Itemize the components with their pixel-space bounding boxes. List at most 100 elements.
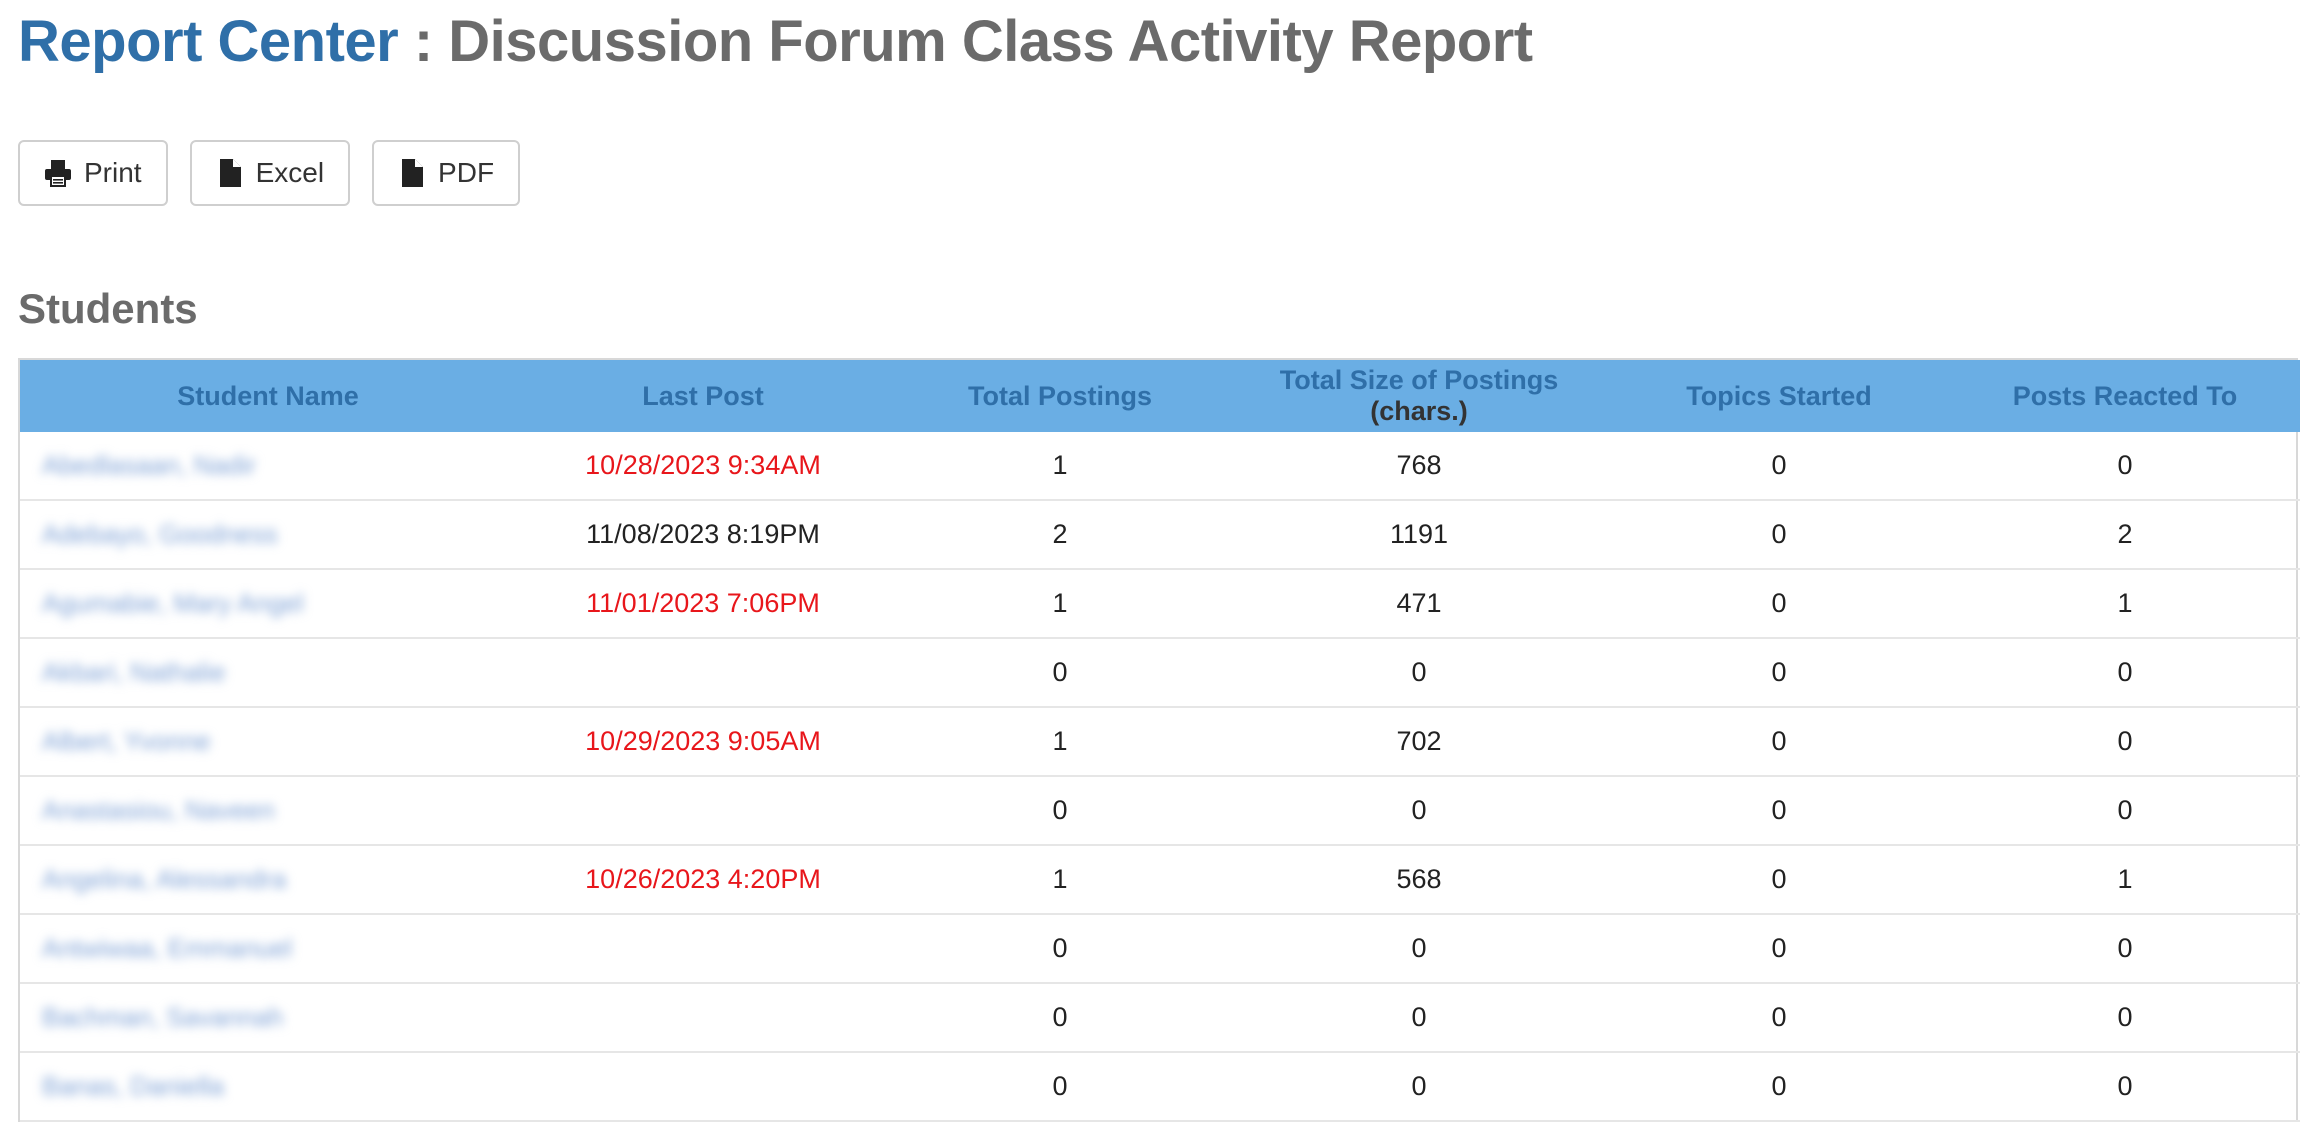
student-name-link[interactable]: Banas, Daniella — [42, 1071, 224, 1102]
student-name-link[interactable]: Anastasiou, Naveen — [42, 795, 275, 826]
total-postings-value: 1 — [1052, 726, 1068, 756]
total-postings-cell: 1 — [890, 707, 1230, 777]
topics-started-cell: 0 — [1608, 500, 1950, 570]
posts-reacted-value: 0 — [2117, 933, 2133, 963]
last-post-value: 11/08/2023 8:19PM — [586, 519, 820, 549]
excel-label: Excel — [255, 157, 325, 188]
last-post-value: 10/26/2023 4:20PM — [585, 864, 821, 894]
total-size-unit: (chars.) — [1370, 396, 1468, 426]
table-row: Bachman, Savannah 0 0 0 0 — [20, 983, 2300, 1053]
last-post-cell — [516, 914, 890, 984]
total-size-value: 568 — [1396, 864, 1442, 894]
table-row: Antwiwaa, Emmanuel 0 0 0 0 — [20, 914, 2300, 984]
table-row: Akbari, Nathalie 0 0 0 0 — [20, 638, 2300, 708]
posts-reacted-cell: 1 — [1950, 845, 2300, 915]
total-postings-cell: 0 — [890, 776, 1230, 846]
students-table: Student Name Last Post Total Postings To… — [20, 360, 2300, 1122]
total-size-value: 0 — [1411, 795, 1427, 825]
topics-started-cell: 0 — [1608, 432, 1950, 501]
excel-button[interactable]: Excel — [189, 140, 351, 206]
student-name-link[interactable]: Albert, Yvonne — [42, 726, 211, 757]
student-name-link[interactable]: Angelina, Alessandra — [42, 864, 286, 895]
file-icon — [398, 158, 426, 188]
posts-reacted-cell: 0 — [1950, 983, 2300, 1053]
table-row: Angelina, Alessandra 10/26/2023 4:20PM 1 56… — [20, 845, 2300, 915]
last-post-cell — [516, 638, 890, 708]
posts-reacted-cell: 0 — [1950, 914, 2300, 984]
total-size-cell: 0 — [1230, 776, 1608, 846]
total-size-cell: 0 — [1230, 914, 1608, 984]
posts-reacted-cell: 0 — [1950, 1052, 2300, 1122]
last-post-cell — [516, 983, 890, 1053]
topics-started-cell: 0 — [1608, 707, 1950, 777]
total-postings-value: 0 — [1052, 1002, 1068, 1032]
topics-started-value: 0 — [1771, 657, 1787, 687]
topics-started-value: 0 — [1771, 1002, 1787, 1032]
topics-started-value: 0 — [1771, 726, 1787, 756]
topics-started-cell: 0 — [1608, 776, 1950, 846]
pdf-button[interactable]: PDF — [372, 140, 521, 206]
total-postings-value: 0 — [1052, 1071, 1068, 1101]
topics-started-value: 0 — [1771, 588, 1787, 618]
topics-started-cell: 0 — [1608, 914, 1950, 984]
total-size-label: Total Size of Postings — [1279, 365, 1559, 395]
total-size-cell: 0 — [1230, 983, 1608, 1053]
total-size-cell: 471 — [1230, 569, 1608, 639]
total-size-cell: 0 — [1230, 638, 1608, 708]
posts-reacted-cell: 0 — [1950, 776, 2300, 846]
last-post-cell: 10/26/2023 4:20PM — [516, 845, 890, 915]
last-post-cell: 10/29/2023 9:05AM — [516, 707, 890, 777]
student-name-link[interactable]: Antwiwaa, Emmanuel — [42, 933, 292, 964]
export-toolbar: Print Excel PDF — [18, 140, 521, 206]
total-size-value: 768 — [1396, 450, 1442, 480]
total-size-value: 471 — [1396, 588, 1442, 618]
topics-started-cell: 0 — [1608, 1052, 1950, 1122]
total-postings-cell: 0 — [890, 914, 1230, 984]
student-name-link[interactable]: Abedlasaan, Nadir — [42, 450, 256, 481]
topics-started-value: 0 — [1771, 933, 1787, 963]
topics-started-value: 0 — [1771, 1071, 1787, 1101]
posts-reacted-value: 2 — [2117, 519, 2133, 549]
posts-reacted-value: 1 — [2117, 588, 2133, 618]
column-header-last-post[interactable]: Last Post — [516, 360, 890, 432]
student-name-link[interactable]: Agumabie, Mary Angel — [42, 588, 304, 619]
last-post-cell: 11/01/2023 7:06PM — [516, 569, 890, 639]
table-row: Albert, Yvonne 10/29/2023 9:05AM 1 702 0 0 — [20, 707, 2300, 777]
student-name-cell: Akbari, Nathalie — [20, 638, 516, 708]
total-size-value: 1191 — [1389, 519, 1449, 549]
total-postings-value: 1 — [1052, 864, 1068, 894]
last-post-value: 11/01/2023 7:06PM — [586, 588, 820, 618]
total-size-cell: 0 — [1230, 1052, 1608, 1122]
column-header-topics-started[interactable]: Topics Started — [1608, 360, 1950, 432]
breadcrumb-report-center-link[interactable]: Report Center — [18, 9, 399, 74]
student-name-cell: Banas, Daniella — [20, 1052, 516, 1122]
total-size-cell: 1191 — [1230, 500, 1608, 570]
student-name-cell: Abedlasaan, Nadir — [20, 432, 516, 501]
table-header-row: Student Name Last Post Total Postings To… — [20, 360, 2300, 432]
topics-started-cell: 0 — [1608, 638, 1950, 708]
topics-started-value: 0 — [1771, 864, 1787, 894]
total-postings-cell: 1 — [890, 845, 1230, 915]
column-header-posts-reacted[interactable]: Posts Reacted To — [1950, 360, 2300, 432]
column-header-total-size[interactable]: Total Size of Postings (chars.) — [1230, 360, 1608, 432]
topics-started-value: 0 — [1771, 450, 1787, 480]
last-post-value: 10/28/2023 9:34AM — [585, 450, 821, 480]
student-name-link[interactable]: Bachman, Savannah — [42, 1002, 283, 1033]
total-size-value: 0 — [1411, 933, 1427, 963]
column-header-student-name[interactable]: Student Name — [20, 360, 516, 432]
total-postings-value: 0 — [1052, 795, 1068, 825]
total-postings-value: 2 — [1052, 519, 1068, 549]
total-postings-cell: 0 — [890, 1052, 1230, 1122]
section-title-students: Students — [18, 285, 198, 332]
posts-reacted-value: 0 — [2117, 657, 2133, 687]
total-size-value: 0 — [1411, 1071, 1427, 1101]
student-name-cell: Anastasiou, Naveen — [20, 776, 516, 846]
print-button[interactable]: Print — [18, 140, 168, 206]
topics-started-cell: 0 — [1608, 983, 1950, 1053]
student-name-cell: Bachman, Savannah — [20, 983, 516, 1053]
student-name-link[interactable]: Adebayo, Goodness — [42, 519, 278, 550]
column-header-total-postings[interactable]: Total Postings — [890, 360, 1230, 432]
total-postings-cell: 0 — [890, 638, 1230, 708]
student-name-link[interactable]: Akbari, Nathalie — [42, 657, 226, 688]
total-size-cell: 568 — [1230, 845, 1608, 915]
